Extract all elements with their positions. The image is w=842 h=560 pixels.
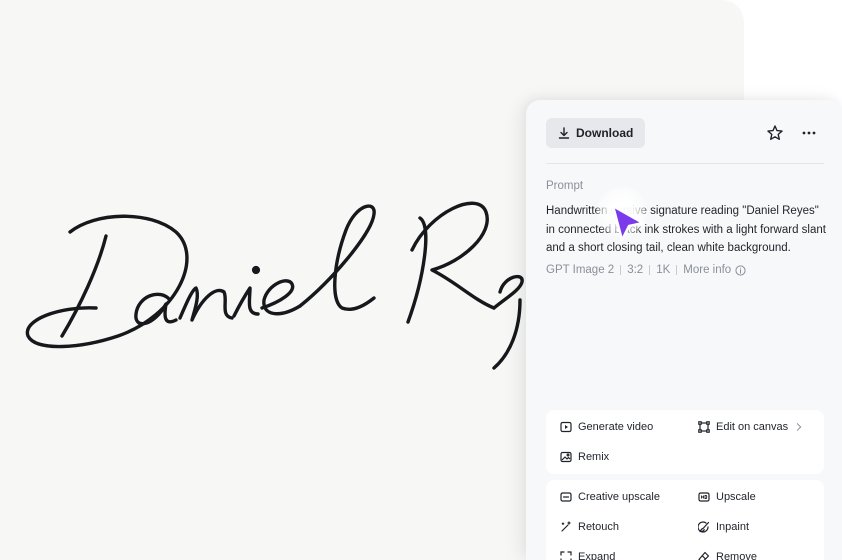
upscale-label: Upscale bbox=[716, 491, 756, 503]
meta-resolution: 1K bbox=[656, 264, 671, 276]
play-icon bbox=[560, 421, 572, 433]
image-icon bbox=[560, 451, 572, 463]
meta-ratio: 3:2 bbox=[627, 264, 644, 276]
meta-separator bbox=[649, 265, 651, 275]
retouch-button[interactable]: Retouch bbox=[560, 521, 619, 533]
meta-model: GPT Image 2 bbox=[546, 264, 615, 276]
upscale-icon bbox=[560, 492, 572, 502]
upscale-button[interactable]: Upscale bbox=[698, 491, 756, 503]
meta-separator bbox=[620, 265, 622, 275]
download-icon bbox=[558, 127, 570, 139]
expand-icon bbox=[560, 551, 572, 560]
download-button[interactable]: Download bbox=[546, 118, 646, 148]
expand-label: Expand bbox=[578, 551, 616, 560]
brush-icon bbox=[698, 521, 710, 533]
inpaint-button[interactable]: Inpaint bbox=[698, 521, 749, 533]
prompt-text: Handwritten cursive signature reading "D… bbox=[546, 205, 826, 254]
wand-icon bbox=[561, 521, 571, 532]
download-label: Download bbox=[576, 126, 634, 140]
crop-icon bbox=[698, 421, 710, 433]
more-icon[interactable] bbox=[800, 124, 818, 142]
remove-button[interactable]: Remove bbox=[698, 551, 757, 560]
remove-label: Remove bbox=[716, 551, 757, 560]
primary-actions-card: Generate video Edit on canvas Remix bbox=[546, 410, 824, 474]
creative-upscale-label: Creative upscale bbox=[578, 491, 660, 503]
chevron-right-icon bbox=[796, 423, 802, 431]
more-info-link[interactable]: More info bbox=[683, 264, 746, 276]
panel-divider bbox=[546, 163, 824, 164]
generate-video-label: Generate video bbox=[578, 421, 654, 433]
eraser-icon bbox=[698, 551, 710, 560]
creative-upscale-button[interactable]: Creative upscale bbox=[560, 491, 660, 503]
edit-on-canvas-label: Edit on canvas bbox=[716, 421, 789, 433]
generate-video-button[interactable]: Generate video bbox=[560, 421, 653, 433]
details-panel: Download Prompt Handwritten cursive sign… bbox=[526, 100, 842, 560]
remix-button[interactable]: Remix bbox=[560, 451, 609, 463]
remix-label: Remix bbox=[578, 451, 610, 463]
inpaint-label: Inpaint bbox=[716, 521, 750, 533]
retouch-label: Retouch bbox=[578, 521, 619, 533]
edit-on-canvas-button[interactable]: Edit on canvas bbox=[698, 421, 804, 433]
info-icon bbox=[735, 264, 746, 276]
generation-meta: GPT Image 2 3:2 1K More info bbox=[546, 264, 746, 276]
more-info-label: More info bbox=[683, 264, 732, 276]
hd-icon bbox=[698, 492, 710, 502]
meta-separator bbox=[676, 265, 678, 275]
prompt-heading: Prompt bbox=[546, 180, 584, 192]
star-icon[interactable] bbox=[766, 124, 784, 142]
cursor-icon bbox=[611, 204, 645, 242]
expand-button[interactable]: Expand bbox=[560, 551, 615, 560]
secondary-actions-card: Creative upscale Upscale Retouch Inpaint… bbox=[546, 480, 824, 560]
